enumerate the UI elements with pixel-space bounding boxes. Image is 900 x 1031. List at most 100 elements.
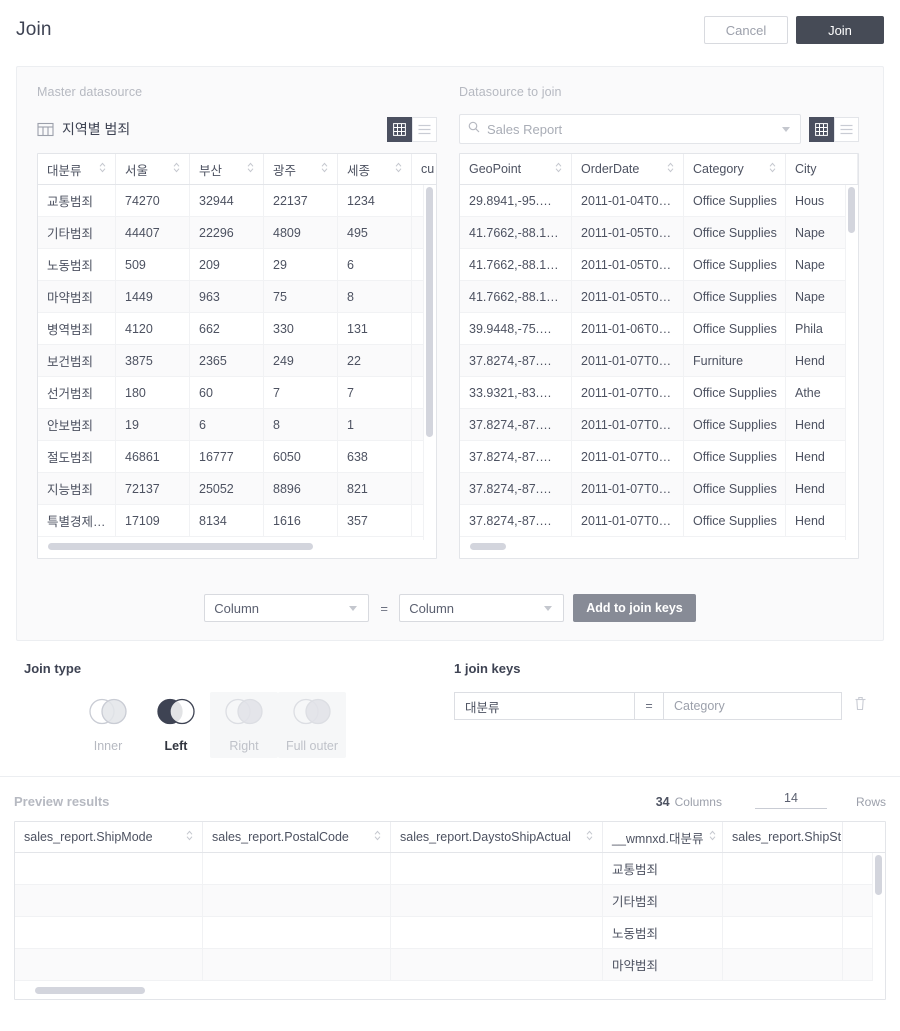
horizontal-scrollbar-track[interactable] bbox=[460, 537, 858, 555]
table-cell: 638 bbox=[338, 441, 412, 472]
table-row[interactable]: 노동범죄 bbox=[15, 917, 885, 949]
sort-icon[interactable] bbox=[549, 162, 562, 176]
table-cell bbox=[723, 917, 843, 948]
column-header[interactable]: cu bbox=[412, 154, 436, 184]
table-row[interactable]: 병역범죄 4120 662 330 131 bbox=[38, 313, 436, 345]
table-row[interactable]: 교통범죄 bbox=[15, 853, 885, 885]
table-row[interactable]: 37.8274,-87.… 2011-01-07T0… Office Supplie… bbox=[460, 473, 858, 505]
columns-count: 34 bbox=[655, 795, 670, 809]
column-header[interactable]: GeoPoint bbox=[460, 154, 572, 184]
column-header[interactable]: sales_report.DaystoShipActual bbox=[391, 822, 603, 852]
sort-icon[interactable] bbox=[763, 162, 776, 176]
sort-icon[interactable] bbox=[315, 162, 328, 176]
table-cell: 8 bbox=[338, 281, 412, 312]
table-row[interactable]: 특별경제… 17109 8134 1616 357 bbox=[38, 505, 436, 537]
join-type-option-inner[interactable]: Inner bbox=[74, 692, 142, 758]
column-header-label: City bbox=[795, 162, 817, 176]
horizontal-scrollbar-track[interactable] bbox=[15, 981, 885, 999]
join-key-left-field[interactable]: 대분류 bbox=[454, 692, 634, 720]
horizontal-scrollbar-thumb[interactable] bbox=[470, 542, 506, 550]
column-header[interactable]: sales_report.PostalCode bbox=[203, 822, 391, 852]
add-to-join-keys-button[interactable]: Add to join keys bbox=[573, 594, 696, 622]
sort-icon[interactable] bbox=[580, 830, 593, 844]
table-cell: 25052 bbox=[190, 473, 264, 504]
join-type-option-full-outer: Full outer bbox=[278, 692, 346, 758]
table-row[interactable]: 마약범죄 bbox=[15, 949, 885, 981]
sort-icon[interactable] bbox=[389, 162, 402, 176]
table-row[interactable]: 노동범죄 509 209 29 6 bbox=[38, 249, 436, 281]
vertical-scrollbar-track[interactable] bbox=[845, 185, 858, 540]
datasource-search-select[interactable]: Sales Report bbox=[459, 114, 801, 144]
join-key-right-field[interactable]: Category bbox=[664, 692, 842, 720]
table-row[interactable]: 41.7662,-88.1… 2011-01-05T0… Office Suppli… bbox=[460, 217, 858, 249]
rows-input[interactable] bbox=[754, 791, 827, 809]
table-row[interactable]: 기타범죄 44407 22296 4809 495 bbox=[38, 217, 436, 249]
table-row[interactable]: 37.8274,-87.… 2011-01-07T0… Office Supplie… bbox=[460, 441, 858, 473]
table-cell: 노동범죄 bbox=[603, 917, 723, 948]
table-row[interactable]: 29.8941,-95.… 2011-01-04T0… Office Supplie… bbox=[460, 185, 858, 217]
horizontal-scrollbar-thumb[interactable] bbox=[35, 986, 145, 994]
list-view-icon[interactable] bbox=[834, 116, 859, 142]
sort-icon[interactable] bbox=[241, 162, 254, 176]
table-cell: 75 bbox=[264, 281, 338, 312]
preview-grid[interactable]: sales_report.ShipMode sales_report.Postal… bbox=[14, 821, 886, 1000]
table-row[interactable]: 보건범죄 3875 2365 249 22 bbox=[38, 345, 436, 377]
sort-icon[interactable] bbox=[180, 830, 193, 844]
table-row[interactable]: 절도범죄 46861 16777 6050 638 bbox=[38, 441, 436, 473]
table-row[interactable]: 안보범죄 19 6 8 1 bbox=[38, 409, 436, 441]
vertical-scrollbar-thumb[interactable] bbox=[426, 187, 433, 437]
table-row[interactable]: 지능범죄 72137 25052 8896 821 bbox=[38, 473, 436, 505]
table-row[interactable]: 37.8274,-87.… 2011-01-07T0… Office Supplie… bbox=[460, 505, 858, 537]
master-grid[interactable]: 대분류 서울 부산 광주 세종 cu 교통범죄 74270 32944 22137 1234 기타범죄… bbox=[37, 153, 437, 559]
join-type-option-left[interactable]: Left bbox=[142, 692, 210, 758]
vertical-scrollbar-thumb[interactable] bbox=[875, 855, 882, 895]
sort-icon[interactable] bbox=[167, 162, 180, 176]
table-row[interactable]: 37.8274,-87.… 2011-01-07T0… Office Supplie… bbox=[460, 409, 858, 441]
table-row[interactable]: 37.8274,-87.… 2011-01-07T0… Furniture Hend bbox=[460, 345, 858, 377]
column-header[interactable]: 대분류 bbox=[38, 154, 116, 184]
column-header[interactable]: Category bbox=[684, 154, 786, 184]
vertical-scrollbar-thumb[interactable] bbox=[848, 187, 855, 233]
sort-icon[interactable] bbox=[368, 830, 381, 844]
right-column-select[interactable]: Column bbox=[399, 594, 565, 622]
preview-title: Preview results bbox=[14, 794, 110, 809]
column-header[interactable]: sales_report.ShipMode bbox=[15, 822, 203, 852]
sort-icon[interactable] bbox=[93, 162, 106, 176]
table-row[interactable]: 33.9321,-83.… 2011-01-07T0… Office Supplie… bbox=[460, 377, 858, 409]
list-view-icon[interactable] bbox=[412, 116, 437, 142]
column-header[interactable]: 서울 bbox=[116, 154, 190, 184]
trash-icon[interactable] bbox=[854, 696, 867, 716]
horizontal-scrollbar-thumb[interactable] bbox=[48, 542, 313, 550]
join-button[interactable]: Join bbox=[796, 16, 884, 44]
vertical-scrollbar-track[interactable] bbox=[872, 853, 885, 981]
cancel-button[interactable]: Cancel bbox=[704, 16, 788, 44]
column-header[interactable]: City bbox=[786, 154, 858, 184]
sort-icon[interactable] bbox=[661, 162, 674, 176]
table-cell: 180 bbox=[116, 377, 190, 408]
table-row[interactable]: 기타범죄 bbox=[15, 885, 885, 917]
join-grid[interactable]: GeoPoint OrderDate Category City 29.8941,-95… bbox=[459, 153, 859, 559]
column-header[interactable]: sales_report.ShipSt bbox=[723, 822, 843, 852]
grid-view-icon[interactable] bbox=[809, 116, 834, 142]
table-row[interactable]: 41.7662,-88.1… 2011-01-05T0… Office Suppli… bbox=[460, 249, 858, 281]
left-column-select[interactable]: Column bbox=[204, 594, 370, 622]
grid-view-icon[interactable] bbox=[387, 116, 412, 142]
sort-icon[interactable] bbox=[703, 830, 716, 844]
table-cell: 2011-01-05T0… bbox=[572, 281, 684, 312]
horizontal-scrollbar-track[interactable] bbox=[38, 537, 436, 555]
column-header[interactable]: 광주 bbox=[264, 154, 338, 184]
column-header[interactable]: OrderDate bbox=[572, 154, 684, 184]
table-row[interactable]: 마약범죄 1449 963 75 8 bbox=[38, 281, 436, 313]
column-header[interactable]: __wmnxd.대분류 bbox=[603, 822, 723, 852]
vertical-scrollbar-track[interactable] bbox=[423, 185, 436, 540]
column-header[interactable]: 세종 bbox=[338, 154, 412, 184]
table-cell: 교통범죄 bbox=[38, 185, 116, 216]
column-header-label: 대분류 bbox=[47, 163, 82, 178]
table-row[interactable]: 39.9448,-75.… 2011-01-06T0… Office Supplie… bbox=[460, 313, 858, 345]
column-header[interactable]: 부산 bbox=[190, 154, 264, 184]
table-cell: 1616 bbox=[264, 505, 338, 536]
table-row[interactable]: 교통범죄 74270 32944 22137 1234 bbox=[38, 185, 436, 217]
table-row[interactable]: 41.7662,-88.1… 2011-01-05T0… Office Suppli… bbox=[460, 281, 858, 313]
table-row[interactable]: 선거범죄 180 60 7 7 bbox=[38, 377, 436, 409]
grid-header-row: 대분류 서울 부산 광주 세종 cu bbox=[38, 154, 436, 185]
